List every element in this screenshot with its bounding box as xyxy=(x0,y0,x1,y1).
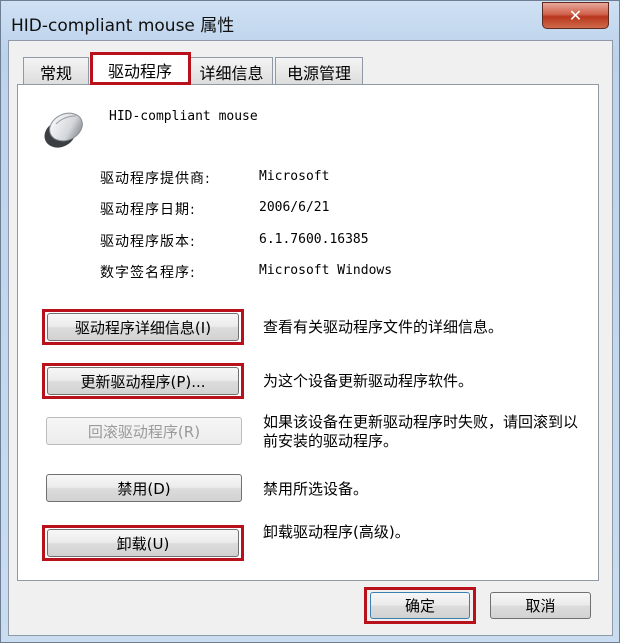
driver-details-description: 查看有关驱动程序文件的详细信息。 xyxy=(263,318,504,336)
version-label: 驱动程序版本: xyxy=(100,234,196,250)
date-value: 2006/6/21 xyxy=(259,200,330,215)
ok-highlight xyxy=(364,587,476,624)
mouse-icon xyxy=(44,112,83,148)
device-name: HID-compliant mouse xyxy=(109,109,258,124)
uninstall-description: 卸载驱动程序(高级)。 xyxy=(263,523,410,541)
disable-description: 禁用所选设备。 xyxy=(263,480,369,498)
tab-general[interactable]: 常规 xyxy=(23,57,89,85)
close-icon: ✕ xyxy=(568,6,583,25)
signer-label: 数字签名程序: xyxy=(100,265,196,281)
cancel-button[interactable]: 取消 xyxy=(490,592,591,619)
provider-label: 驱动程序提供商: xyxy=(100,171,211,187)
window-title: HID-compliant mouse 属性 xyxy=(11,16,235,36)
tab-details[interactable]: 详细信息 xyxy=(190,57,273,85)
title-bar[interactable]: HID-compliant mouse 属性 ✕ xyxy=(1,1,619,41)
version-value: 6.1.7600.16385 xyxy=(259,232,369,247)
close-button[interactable]: ✕ xyxy=(542,2,609,29)
update-driver-highlight xyxy=(42,363,244,399)
rollback-driver-button[interactable]: 回滚驱动程序(R) xyxy=(46,417,242,445)
tab-driver-highlight xyxy=(90,52,191,85)
tab-power-management[interactable]: 电源管理 xyxy=(275,57,363,85)
update-driver-description: 为这个设备更新驱动程序软件。 xyxy=(263,372,474,390)
driver-details-highlight xyxy=(42,309,244,345)
disable-button[interactable]: 禁用(D) xyxy=(46,474,242,502)
provider-value: Microsoft xyxy=(259,169,330,184)
rollback-driver-description: 如果该设备在更新驱动程序时失败，请回滚到以前安装的驱动程序。 xyxy=(263,413,579,450)
date-label: 驱动程序日期: xyxy=(100,202,196,218)
uninstall-highlight xyxy=(42,525,244,561)
signer-value: Microsoft Windows xyxy=(259,263,393,278)
